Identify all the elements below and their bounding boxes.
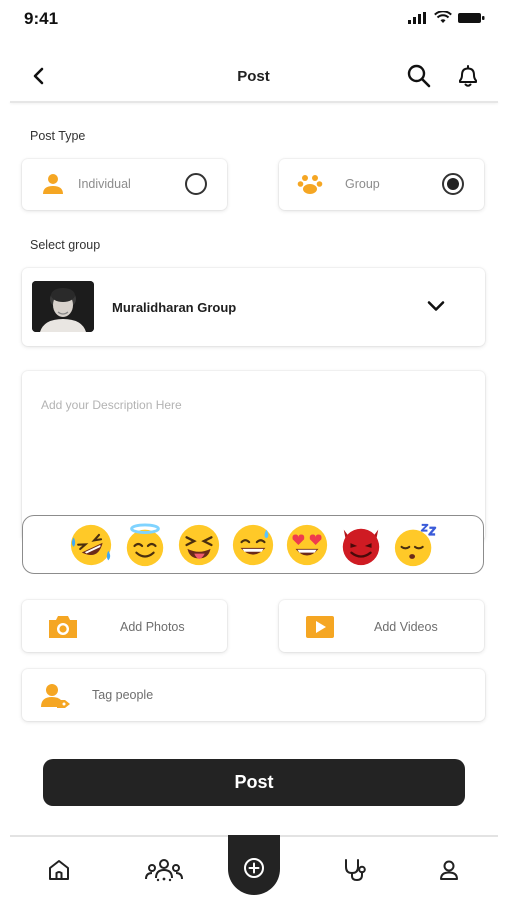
individual-radio[interactable]	[185, 173, 207, 195]
grinning-sweat-emoji-icon	[232, 524, 274, 565]
radio-selected-dot	[447, 178, 459, 190]
group-avatar	[32, 281, 94, 332]
post-type-label: Post Type	[30, 129, 86, 143]
group-paw-icon	[297, 175, 323, 194]
signal-icon	[408, 11, 426, 24]
status-time: 9:41	[24, 9, 59, 28]
add-videos-button[interactable]: Add Videos	[279, 600, 484, 652]
sleeping-emoji-icon	[394, 523, 437, 566]
chevron-down-icon	[427, 301, 445, 311]
video-play-icon	[306, 616, 334, 638]
add-post-icon	[244, 858, 264, 878]
wifi-icon	[434, 11, 452, 23]
nav-add-post[interactable]	[228, 835, 280, 895]
emoji-smiling-halo[interactable]	[122, 521, 169, 568]
heart-eyes-emoji-icon	[286, 524, 328, 565]
group-select-dropdown[interactable]: Muralidharan Group	[22, 268, 485, 346]
smiling-devil-emoji-icon	[342, 528, 380, 565]
emoji-squinting-tongue[interactable]	[176, 521, 223, 568]
tag-people-icon	[41, 684, 70, 708]
home-icon	[49, 860, 69, 880]
add-photos-label: Add Photos	[120, 620, 185, 634]
emoji-grinning-sweat[interactable]	[230, 521, 277, 568]
status-icons	[408, 11, 485, 24]
group-avatar-photo	[32, 281, 94, 332]
stethoscope-icon	[345, 859, 366, 882]
tag-people-label: Tag people	[92, 688, 154, 702]
nav-community[interactable]	[143, 855, 185, 885]
bell-icon	[459, 65, 477, 87]
add-videos-label: Add Videos	[374, 620, 438, 634]
search-button[interactable]	[404, 62, 434, 90]
profile-icon	[440, 860, 458, 880]
tag-people-button[interactable]: Tag people	[22, 669, 485, 721]
nav-profile[interactable]	[432, 855, 466, 885]
battery-icon	[458, 12, 485, 23]
group-radio[interactable]	[442, 173, 464, 195]
person-icon	[43, 174, 63, 194]
app-header: Post	[0, 48, 507, 102]
description-placeholder: Add your Description Here	[41, 398, 182, 412]
rolling-laugh-emoji-icon	[70, 524, 112, 565]
nav-health[interactable]	[338, 855, 372, 885]
smiling-halo-emoji-icon	[126, 522, 164, 566]
selected-group-name: Muralidharan Group	[112, 300, 237, 315]
post-type-group-option[interactable]: Group	[279, 159, 484, 210]
nav-home[interactable]	[42, 855, 76, 885]
post-submit-button[interactable]: Post	[43, 759, 465, 806]
status-bar: 9:41	[0, 0, 507, 40]
notifications-button[interactable]	[453, 61, 483, 91]
emoji-heart-eyes[interactable]	[284, 521, 331, 568]
camera-icon	[49, 616, 77, 638]
emoji-picker	[22, 515, 484, 574]
header-divider	[10, 101, 498, 103]
select-group-label: Select group	[30, 238, 101, 252]
bottom-nav	[0, 835, 507, 900]
search-icon	[407, 64, 431, 88]
emoji-rolling-laugh[interactable]	[68, 521, 115, 568]
emoji-sleeping[interactable]	[392, 521, 439, 568]
squinting-tongue-emoji-icon	[178, 524, 220, 565]
add-photos-button[interactable]: Add Photos	[22, 600, 227, 652]
post-type-group-label: Group	[345, 177, 380, 191]
community-icon	[145, 859, 183, 882]
dropdown-toggle[interactable]	[424, 296, 448, 316]
post-type-individual-label: Individual	[78, 177, 131, 191]
post-type-individual-option[interactable]: Individual	[22, 159, 227, 210]
emoji-smiling-devil[interactable]	[338, 521, 385, 568]
